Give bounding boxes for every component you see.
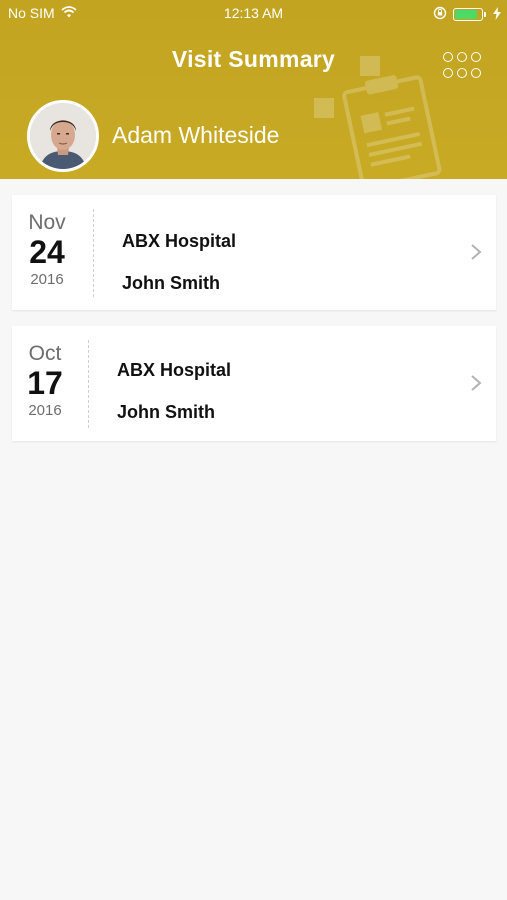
visit-date: Oct 17 2016 [10, 342, 80, 419]
hospital-name: ABX Hospital [122, 231, 237, 251]
divider [93, 209, 94, 297]
battery-icon [453, 8, 486, 21]
hospital-name: ABX Hospital [117, 360, 232, 380]
visit-year: 2016 [30, 271, 64, 288]
chevron-right-icon [471, 375, 482, 391]
status-bar: No SIM 12:13 AM [0, 0, 507, 26]
charging-icon [493, 6, 501, 23]
clipboard-icon [314, 56, 442, 179]
visit-day: 17 [27, 365, 63, 401]
avatar[interactable] [27, 100, 99, 172]
visit-month: Oct [28, 342, 62, 365]
orientation-lock-icon [433, 6, 447, 23]
visit-day: 24 [29, 234, 65, 270]
doctor-name: John Smith [122, 273, 220, 293]
header: No SIM 12:13 AM Visit Summary Adam White… [0, 0, 507, 179]
divider [88, 340, 89, 428]
clock: 12:13 AM [223, 5, 284, 21]
user-name: Adam Whiteside [112, 122, 280, 148]
doctor-name: John Smith [117, 402, 215, 422]
visit-card[interactable]: Oct 17 2016 ABX Hospital John Smith [12, 326, 496, 441]
chevron-right-icon [471, 244, 482, 260]
visit-date: Nov 24 2016 [12, 211, 82, 288]
user-photo [30, 103, 96, 169]
visit-card[interactable]: Nov 24 2016 ABX Hospital John Smith [12, 195, 496, 310]
visit-year: 2016 [28, 402, 62, 419]
visit-month: Nov [28, 211, 66, 234]
